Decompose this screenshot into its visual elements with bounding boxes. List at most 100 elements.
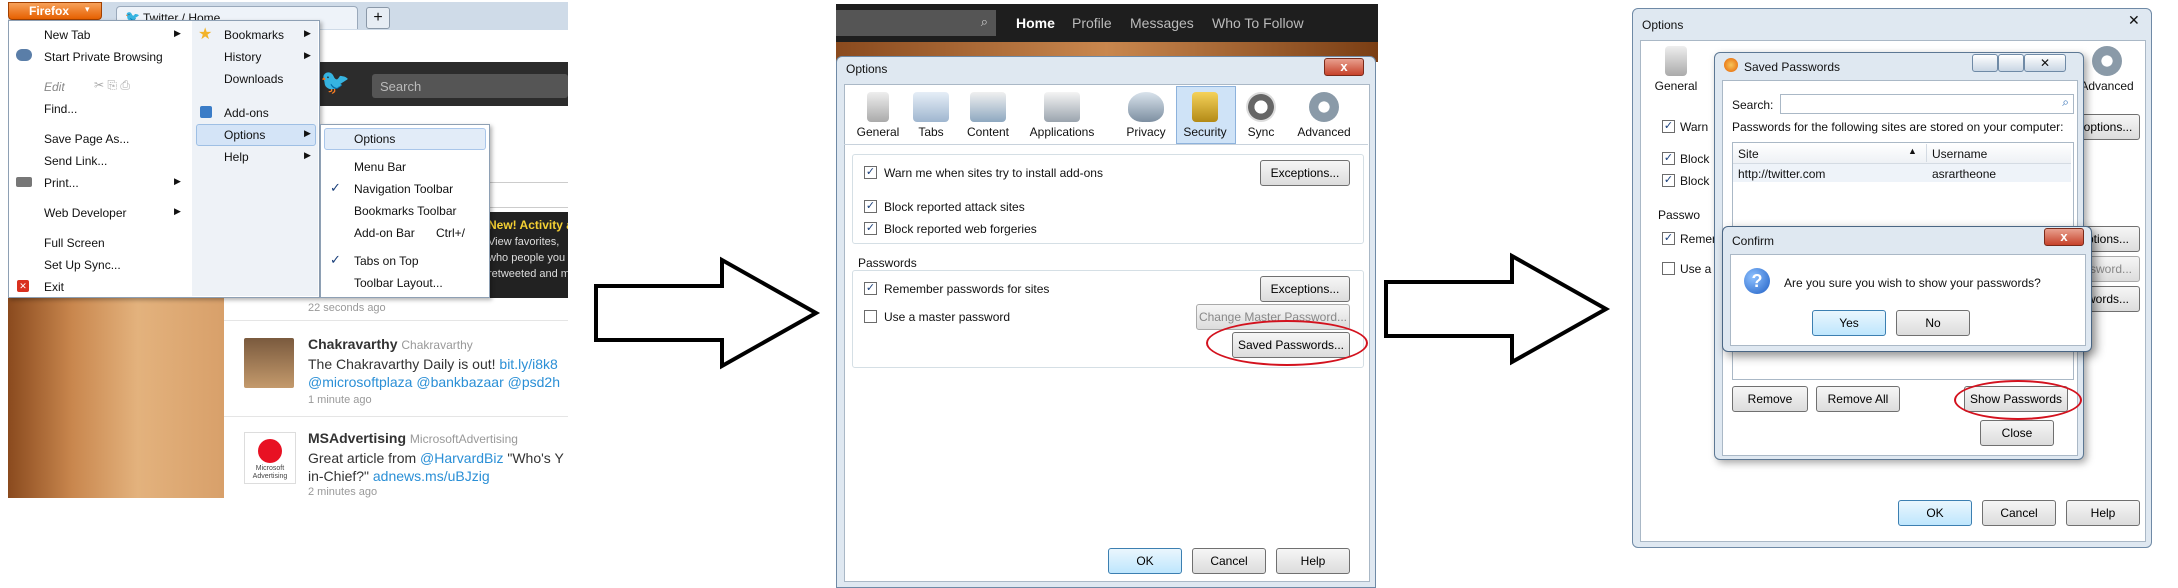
column-username[interactable]: Username xyxy=(1932,147,1987,161)
submenu-tabs-on-top[interactable]: Tabs on Top xyxy=(354,254,419,268)
nav-who-to-follow[interactable]: Who To Follow xyxy=(1212,15,1304,31)
use-master-checkbox[interactable] xyxy=(864,310,877,323)
block-forgeries-label: Block reported web forgeries xyxy=(884,222,1037,236)
tab-label: Sync xyxy=(1247,125,1275,139)
menu-downloads[interactable]: Downloads xyxy=(224,72,283,86)
menu-save-page[interactable]: Save Page As... xyxy=(44,132,129,146)
remove-all-button[interactable]: Remove All xyxy=(1816,386,1900,412)
menu-web-developer[interactable]: Web Developer xyxy=(44,206,127,220)
sync-icon xyxy=(1246,92,1276,122)
tweet-link[interactable]: @HarvardBiz xyxy=(420,450,503,466)
no-button[interactable]: No xyxy=(1896,310,1970,336)
tweet-text: The Chakravarthy Daily is out! bit.ly/i8… xyxy=(308,356,558,372)
close-button[interactable]: Close xyxy=(1980,420,2054,446)
twitter-search-input[interactable]: Search xyxy=(372,74,568,98)
menu-options[interactable]: Options xyxy=(224,128,265,142)
warn-checkbox[interactable]: ✓ xyxy=(1662,120,1675,133)
exceptions-button-partial[interactable]: options... xyxy=(2076,114,2140,140)
password-exceptions-button[interactable]: Exceptions... xyxy=(1260,276,1350,302)
passwords-heading-partial: Passwo xyxy=(1658,208,1701,222)
yes-button[interactable]: Yes xyxy=(1812,310,1886,336)
avatar[interactable] xyxy=(244,338,294,388)
menu-addons[interactable]: Add-ons xyxy=(224,106,269,120)
column-site[interactable]: Site xyxy=(1738,147,1759,161)
confirm-close-button[interactable]: x xyxy=(2044,228,2084,246)
tweet-link[interactable]: bit.ly/i8k8 xyxy=(499,356,557,372)
tweet-link[interactable]: adnews.ms/uBJzig xyxy=(373,468,490,484)
tweet-author[interactable]: MSAdvertising MicrosoftAdvertising xyxy=(308,430,518,446)
submenu-toolbar-layout[interactable]: Toolbar Layout... xyxy=(354,276,443,290)
tab-tabs[interactable]: Tabs xyxy=(906,92,956,139)
promo-line: retweeted and m xyxy=(488,268,568,280)
addon-bar-shortcut: Ctrl+/ xyxy=(436,226,466,240)
remember-checkbox[interactable]: ✓ xyxy=(1662,232,1675,245)
close-icon[interactable]: ✕ xyxy=(2024,54,2066,72)
nav-home[interactable]: Home xyxy=(1016,15,1055,31)
tab-applications[interactable]: Applications xyxy=(1022,92,1102,139)
remove-button[interactable]: Remove xyxy=(1732,386,1808,412)
tweet-author[interactable]: Chakravarthy Chakravarthy xyxy=(308,336,473,352)
nav-profile[interactable]: Profile xyxy=(1072,15,1112,31)
submenu-menu-bar[interactable]: Menu Bar xyxy=(354,160,406,174)
close-button[interactable]: x xyxy=(1324,58,1364,76)
block-checkbox[interactable]: ✓ xyxy=(1662,152,1675,165)
submenu-bookmarks-toolbar[interactable]: Bookmarks Toolbar xyxy=(354,204,457,218)
exceptions-button[interactable]: Exceptions... xyxy=(1260,160,1350,186)
general-icon xyxy=(1665,46,1687,76)
menu-new-tab[interactable]: New Tab xyxy=(44,28,90,42)
help-button[interactable]: Help xyxy=(1276,548,1350,574)
row-site: http://twitter.com xyxy=(1738,167,1826,181)
menu-edit[interactable]: Edit xyxy=(44,80,65,94)
submenu-navigation-toolbar[interactable]: Navigation Toolbar xyxy=(354,182,453,196)
use-master-checkbox[interactable] xyxy=(1662,262,1675,275)
menu-exit[interactable]: Exit xyxy=(44,280,64,294)
addons-puzzle-icon xyxy=(200,106,212,118)
tab-sync[interactable]: Sync xyxy=(1236,92,1286,139)
firefox-app-button[interactable]: Firefox ▾ xyxy=(8,2,102,20)
minimize-button[interactable] xyxy=(1972,54,1998,72)
menu-print[interactable]: Print... xyxy=(44,176,79,190)
tab-privacy[interactable]: Privacy xyxy=(1118,92,1174,139)
panel-firefox-menu: 🐦 Twitter / Home + 🐦 Search New! Activit… xyxy=(8,2,568,498)
block-attack-checkbox[interactable]: ✓ xyxy=(864,200,877,213)
menu-set-up-sync[interactable]: Set Up Sync... xyxy=(44,258,121,272)
help-button[interactable]: Help xyxy=(2066,500,2140,526)
tweet-mentions[interactable]: @microsoftplaza @bankbazaar @psd2h xyxy=(308,374,560,390)
msa-logo[interactable]: Microsoft Advertising xyxy=(244,432,296,484)
menu-private-browsing[interactable]: Start Private Browsing xyxy=(44,50,163,64)
menu-find[interactable]: Find... xyxy=(44,102,77,116)
submenu-addon-bar[interactable]: Add-on Bar xyxy=(354,226,415,240)
remember-passwords-checkbox[interactable]: ✓ xyxy=(864,282,877,295)
remember-passwords-label: Remember passwords for sites xyxy=(884,282,1050,296)
tab-general[interactable]: General xyxy=(1646,46,1706,93)
sort-arrow-icon: ▲ xyxy=(1908,146,1917,156)
activity-promo[interactable]: New! Activity a View favorites, who peop… xyxy=(486,212,568,298)
ok-button[interactable]: OK xyxy=(1108,548,1182,574)
search-input[interactable]: ⌕ xyxy=(1780,94,2074,114)
gear-icon xyxy=(2092,46,2122,76)
tab-content[interactable]: Content xyxy=(958,92,1018,139)
menu-bookmarks[interactable]: Bookmarks xyxy=(224,28,284,42)
warn-addons-checkbox[interactable]: ✓ xyxy=(864,166,877,179)
menu-history[interactable]: History xyxy=(224,50,261,64)
submenu-options-highlight[interactable] xyxy=(324,128,486,150)
twitter-search-box[interactable]: ⌕ xyxy=(836,10,996,36)
nav-messages[interactable]: Messages xyxy=(1130,15,1194,31)
tab-general[interactable]: General xyxy=(848,92,908,139)
block-forgeries-checkbox[interactable]: ✓ xyxy=(864,222,877,235)
block-checkbox[interactable]: ✓ xyxy=(1662,174,1675,187)
options-close-icon[interactable]: ✕ xyxy=(2128,12,2140,29)
submenu-options[interactable]: Options xyxy=(354,132,395,146)
saved-passwords-title: Saved Passwords xyxy=(1744,60,1841,74)
menu-help[interactable]: Help xyxy=(224,150,249,164)
cancel-button[interactable]: Cancel xyxy=(1982,500,2056,526)
menu-send-link[interactable]: Send Link... xyxy=(44,154,107,168)
new-tab-button[interactable]: + xyxy=(366,7,390,29)
menu-full-screen[interactable]: Full Screen xyxy=(44,236,105,250)
tab-advanced[interactable]: Advanced xyxy=(1292,92,1356,139)
tab-label: General xyxy=(856,125,900,139)
ok-button[interactable]: OK xyxy=(1898,500,1972,526)
cancel-button[interactable]: Cancel xyxy=(1192,548,1266,574)
tab-security[interactable]: Security xyxy=(1176,92,1234,139)
maximize-button[interactable] xyxy=(1998,54,2024,72)
